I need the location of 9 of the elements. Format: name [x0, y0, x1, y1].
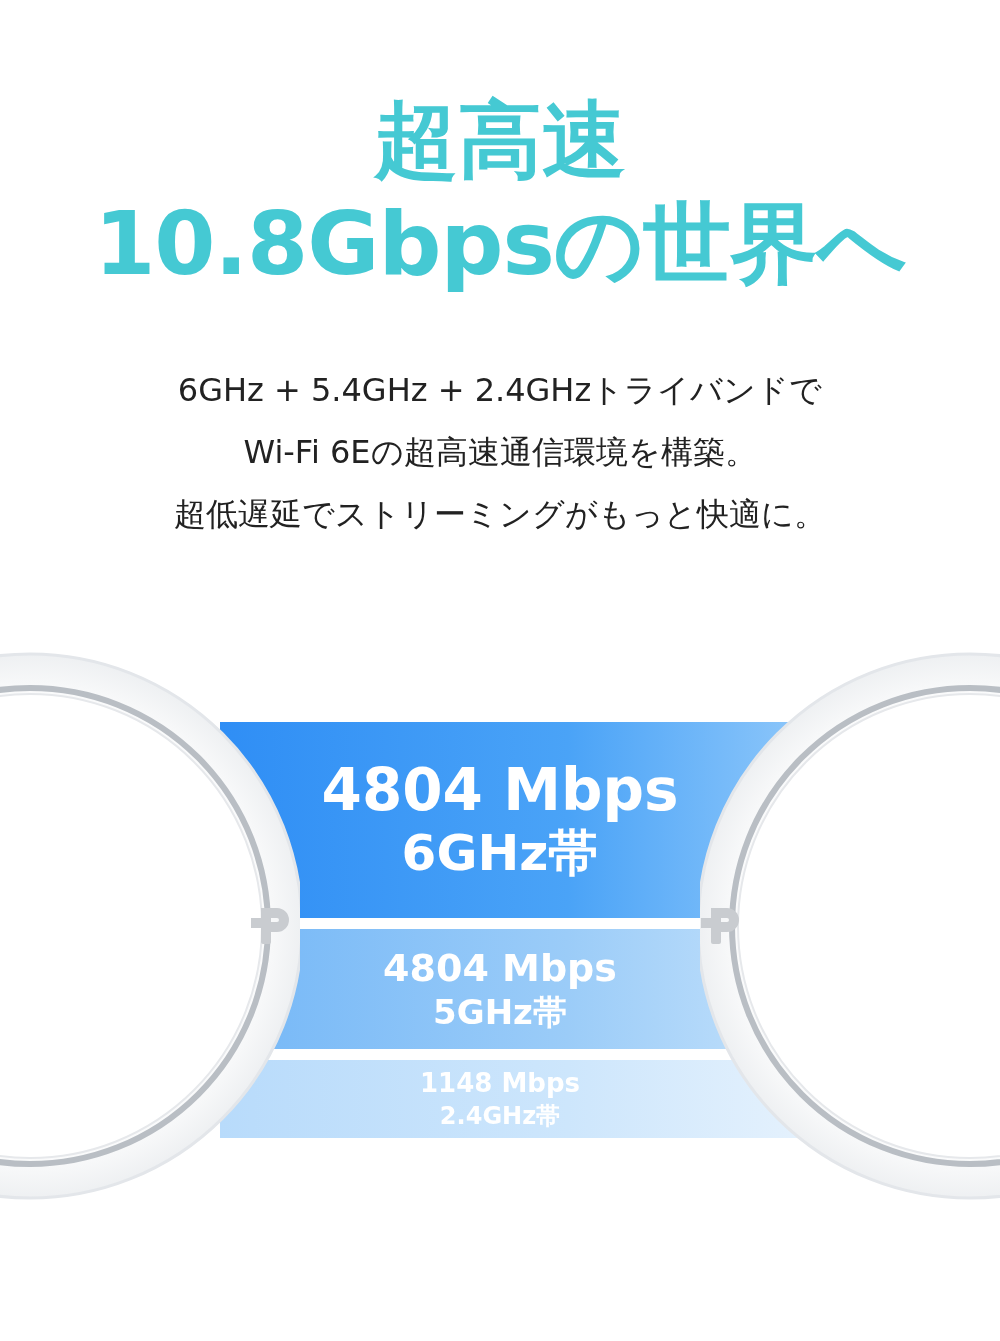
speed-value: 4804 Mbps — [383, 945, 617, 991]
band-label: 6GHz帯 — [401, 823, 599, 883]
headline: 10.8Gbpsの世界へ — [94, 192, 906, 296]
speed-value: 4804 Mbps — [321, 757, 679, 823]
description-line: 超低遅延でストリーミングがもっと快適に。 — [174, 494, 826, 534]
headline: 超高速 — [374, 90, 626, 191]
description-line: 6GHz + 5.4GHz + 2.4GHzトライバンドで — [177, 370, 823, 410]
description-line: Wi-Fi 6Eの超高速通信環境を構築。 — [243, 432, 757, 472]
band-label: 5GHz帯 — [433, 991, 567, 1033]
